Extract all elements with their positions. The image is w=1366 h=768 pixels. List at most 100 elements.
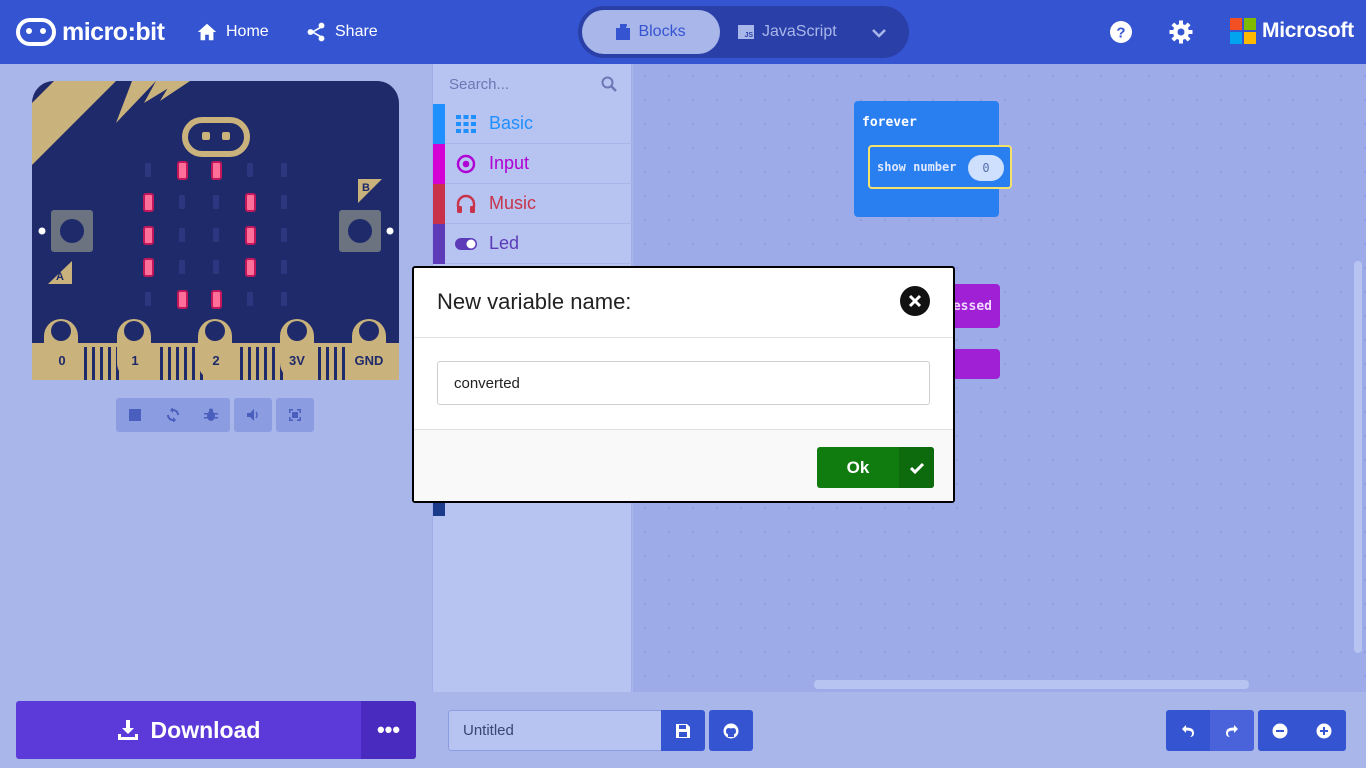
show-number-block[interactable]: show number 0 [868,145,1012,189]
fullscreen-icon [289,409,301,421]
svg-text:?: ? [1116,25,1125,42]
led-off [213,260,219,274]
bug-icon [204,408,218,421]
category-color-bar [433,103,445,144]
more-options-button[interactable]: ••• [361,701,416,759]
mute-button[interactable] [234,398,272,432]
blocks-label: Blocks [638,23,686,40]
help-icon[interactable]: ? [1109,20,1133,44]
category-basic[interactable]: Basic [433,103,633,144]
pin-label: GND [355,353,384,368]
headphones-icon [456,194,476,213]
save-button[interactable] [661,710,705,751]
dialog-title: New variable name: [437,289,632,314]
search-input[interactable]: Search... [449,76,509,93]
ok-label: Ok [846,457,870,477]
github-button[interactable] [709,710,753,751]
led-off [247,292,253,306]
search-icon[interactable] [601,76,617,92]
ok-button[interactable]: Ok [817,447,934,488]
grid-icon [456,114,476,133]
pressed-label: essed [952,298,992,314]
vertical-scrollbar[interactable] [1354,261,1362,653]
debug-button[interactable] [192,398,230,432]
top-bar: micro:bit Home Share Blocks JS JavaScrip… [0,0,1366,64]
category-label: Basic [489,113,534,133]
led-on [177,290,188,309]
forever-label: forever [862,115,917,130]
zoom-in-button[interactable] [1302,710,1346,751]
led-off [281,292,287,306]
led-on [177,161,188,180]
redo-icon [1226,724,1238,737]
zoom-in-icon [1316,723,1332,738]
github-icon [723,723,739,738]
microbit-board[interactable]: 0 1 2 3V GND A B [32,81,399,380]
zoom-out-icon [1272,723,1288,738]
dialog-footer: Ok [414,429,953,501]
fullscreen-group [276,398,314,432]
led-on [143,226,154,245]
check-icon [899,447,934,488]
share-button[interactable]: Share [305,20,378,44]
save-icon [676,723,690,738]
category-label: Music [489,193,537,213]
category-led[interactable]: Led [433,223,633,264]
variable-name-input[interactable] [437,361,930,405]
category-music[interactable]: Music [433,183,633,224]
number-input[interactable]: 0 [968,155,1004,181]
sound-group [234,398,272,432]
simulator-toolbar [116,398,314,432]
led-on [245,193,256,212]
button-a-label: A [56,271,64,283]
project-name-input[interactable]: Untitled [448,710,662,751]
undo-button[interactable] [1166,710,1210,751]
stop-button[interactable] [116,398,154,432]
led-off [281,195,287,209]
download-button[interactable]: Download [16,701,361,759]
microsoft-logo[interactable]: Microsoft [1230,18,1354,44]
led-off [145,163,151,177]
dialog-header: New variable name: [414,268,953,338]
redo-button[interactable] [1210,710,1254,751]
led-on [143,193,154,212]
close-button[interactable] [900,286,930,316]
led-off [179,195,185,209]
download-icon [117,720,138,740]
blocks-tab[interactable]: Blocks [582,10,720,54]
horizontal-scrollbar[interactable] [814,680,1249,689]
led-off [281,163,287,177]
pin-label: 2 [212,353,219,368]
radio-icon [456,154,476,173]
chevron-down-icon[interactable] [870,24,888,42]
gear-icon[interactable] [1169,20,1193,44]
home-button[interactable]: Home [196,20,269,44]
javascript-tab[interactable]: JS JavaScript [738,10,858,54]
home-label: Home [226,23,269,40]
category-input[interactable]: Input [433,143,633,184]
led-on [245,258,256,277]
fullscreen-button[interactable] [276,398,314,432]
logo-text: micro:bit [62,17,165,46]
editor-toggle: Blocks JS JavaScript [578,6,909,58]
microbit-logo-icon [16,18,56,46]
led-off [179,260,185,274]
category-label: Input [489,153,530,173]
led-off [145,292,151,306]
category-color-bar [433,223,445,264]
zoom-out-button[interactable] [1258,710,1302,751]
led-off [247,163,253,177]
pin-label: 1 [131,353,138,368]
bottom-bar: Download ••• Untitled [0,692,1366,768]
close-icon [908,294,922,308]
microsoft-label: Microsoft [1262,19,1354,42]
microbit-logo[interactable]: micro:bit [16,16,165,48]
led-on [245,226,256,245]
home-icon [197,23,217,41]
toolbox-search[interactable]: Search... [433,64,633,104]
led-on [143,258,154,277]
download-label: Download [150,716,261,743]
pin-label: 3V [289,353,305,368]
restart-button[interactable] [154,398,192,432]
volume-icon [247,409,258,421]
